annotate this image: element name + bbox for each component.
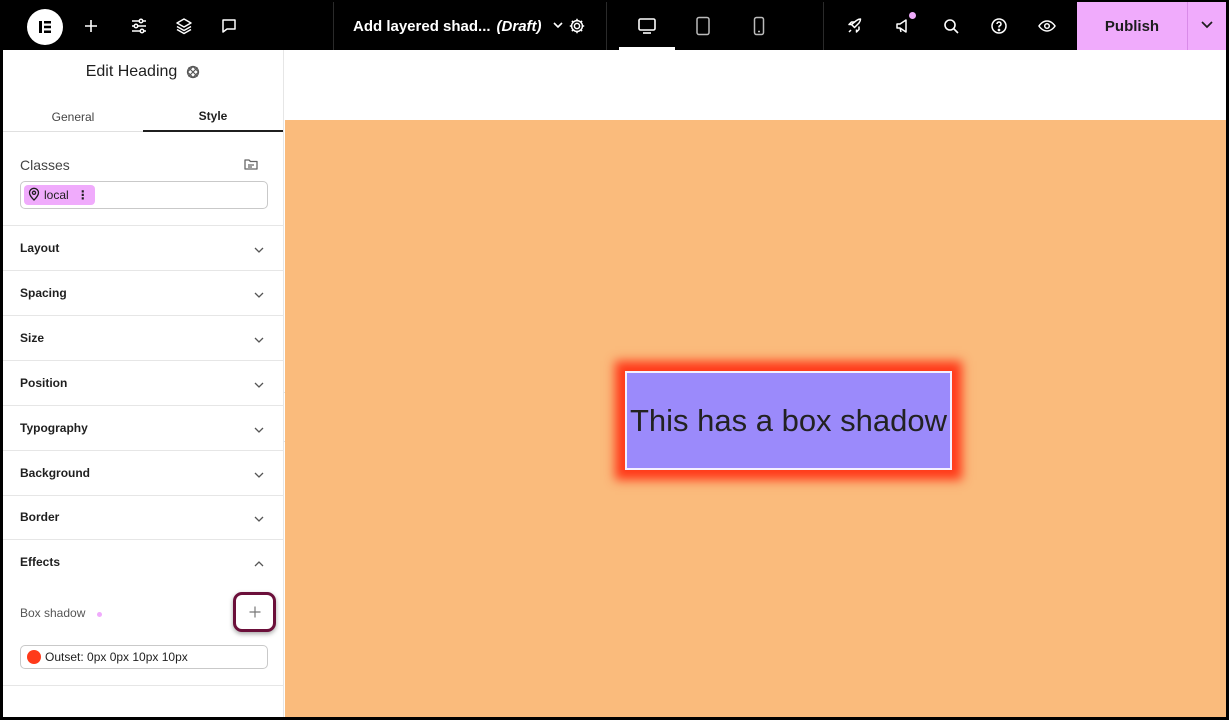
section-title[interactable]: Effects [20,555,60,569]
modified-indicator-dot [97,612,102,617]
chevron-up-icon[interactable] [253,557,265,575]
mobile-view-button[interactable] [731,2,787,50]
document-status: (Draft) [496,17,542,35]
panel-title: Edit Heading [85,63,178,80]
desktop-icon [637,17,657,35]
add-box-shadow-button[interactable] [233,592,276,632]
add-element-button[interactable] [77,2,105,50]
page-section[interactable]: This has a box shadow [285,120,1226,717]
rocket-icon [846,17,864,35]
publish-options-button[interactable] [1187,2,1226,50]
chevron-down-icon [253,468,265,486]
section-position[interactable]: Position [3,361,284,406]
tab-general[interactable]: General [3,102,143,132]
divider [333,2,334,50]
tab-style[interactable]: Style [143,102,283,132]
divider [823,2,824,50]
section-title: Typography [20,421,88,435]
plus-icon [83,18,99,34]
section-spacing[interactable]: Spacing [3,271,284,316]
section-title: Position [20,376,68,390]
top-bar: Add layered shad... (Draft) Publish [3,2,1226,50]
section-title: Size [20,331,45,345]
section-size[interactable]: Size [3,316,284,361]
box-shadow-label: Box shadow [20,606,86,620]
heading-widget[interactable]: This has a box shadow [625,371,952,470]
chevron-down-icon [253,288,265,306]
more-vertical-icon[interactable]: ⋮ [77,188,89,202]
structure-button[interactable] [170,2,198,50]
section-border[interactable]: Border [3,495,284,540]
search-icon [942,17,960,35]
atomic-widget-icon [185,64,201,80]
preview-canvas: This has a box shadow [285,50,1226,717]
section-background[interactable]: Background [3,451,284,496]
panel-header: Edit Heading [3,50,284,94]
megaphone-icon [894,17,912,35]
section-title: Background [20,466,91,480]
divider [606,2,607,50]
page-settings-button[interactable] [563,2,591,50]
classes-section: Classes local ⋮ [3,132,284,226]
site-settings-button[interactable] [125,2,153,50]
class-chip[interactable]: local ⋮ [24,185,95,205]
sliders-icon [130,17,148,35]
location-pin-icon [28,187,40,204]
launchpad-button[interactable] [841,2,869,50]
layers-icon [175,17,193,35]
box-shadow-item[interactable]: Outset: 0px 0px 10px 10px [20,645,268,669]
chevron-down-icon [1200,17,1214,36]
help-button[interactable] [985,2,1013,50]
document-title: Add layered shad... [353,17,491,35]
mobile-icon [752,16,766,36]
chevron-down-icon [253,333,265,351]
plus-icon [249,602,261,623]
chevron-down-icon [253,243,265,261]
notification-dot [909,12,916,19]
class-manager-icon[interactable] [243,156,259,177]
section-title: Border [20,510,60,524]
help-circle-icon [990,17,1008,35]
shadow-color-swatch[interactable] [27,650,41,664]
classes-input[interactable]: local ⋮ [20,181,268,209]
editor-window: Add layered shad... (Draft) Publish Edit… [3,2,1226,717]
chevron-down-icon [552,18,564,35]
chevron-down-icon [253,378,265,396]
gear-icon [568,17,586,35]
comment-icon [220,17,238,35]
tablet-icon [695,16,711,36]
section-title: Spacing [20,286,67,300]
editor-panel: Edit Heading General Style Classes local… [3,50,284,717]
finder-button[interactable] [937,2,965,50]
desktop-view-button[interactable] [619,2,675,50]
section-effects: Effects Box shadow Outset: 0px 0px 10px … [3,540,284,686]
eye-icon [1037,17,1057,35]
box-shadow-item-label: Outset: 0px 0px 10px 10px [45,650,188,664]
whats-new-button[interactable] [889,2,917,50]
document-title-dropdown[interactable]: Add layered shad... (Draft) [353,2,564,50]
tablet-view-button[interactable] [675,2,731,50]
class-chip-label: local [44,188,69,202]
publish-button[interactable]: Publish [1077,2,1187,50]
preview-button[interactable] [1033,2,1061,50]
section-typography[interactable]: Typography [3,406,284,451]
chevron-down-icon [253,423,265,441]
chevron-down-icon [253,512,265,530]
section-layout[interactable]: Layout [3,226,284,271]
classes-label: Classes [20,157,70,173]
section-title: Layout [20,241,60,255]
panel-tabs: General Style [3,102,284,132]
notes-button[interactable] [215,2,243,50]
elementor-logo-icon[interactable] [27,9,63,45]
